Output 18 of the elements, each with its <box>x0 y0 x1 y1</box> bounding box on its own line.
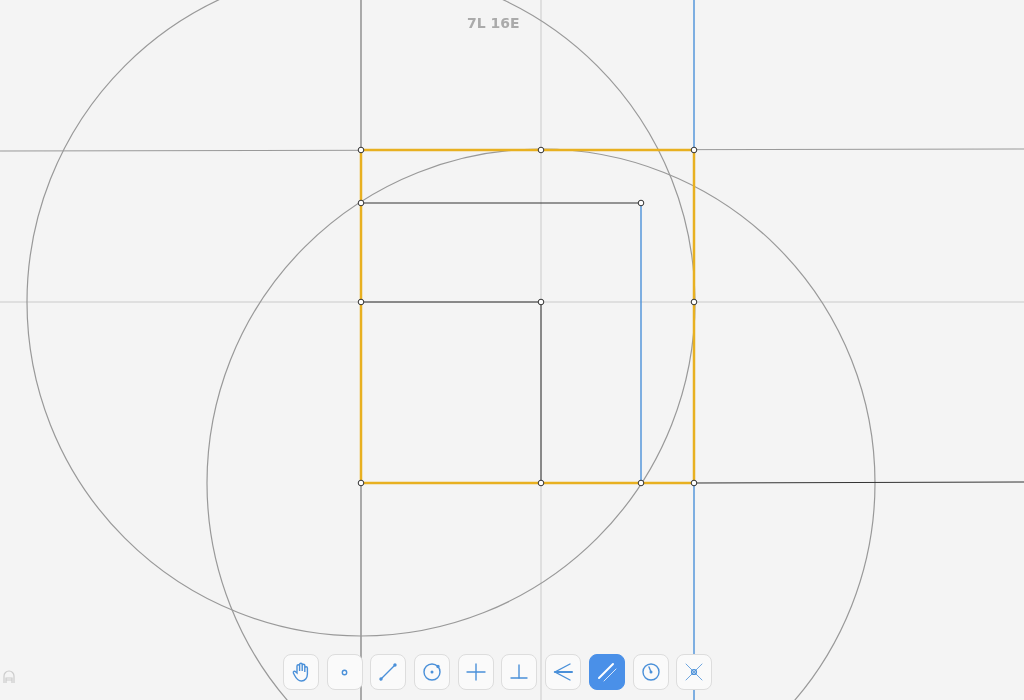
tool-button[interactable] <box>588 654 625 690</box>
point-marker <box>357 479 365 487</box>
point-marker <box>357 146 365 154</box>
bisector-icon <box>463 660 488 684</box>
point-marker <box>690 479 698 487</box>
point-marker <box>637 479 645 487</box>
point-marker <box>537 146 545 154</box>
point-marker <box>690 146 698 154</box>
point-marker <box>537 298 545 306</box>
point-marker <box>690 298 698 306</box>
badge-icon <box>2 670 16 684</box>
point-marker <box>357 298 365 306</box>
score-text: 7L 16E <box>467 15 520 31</box>
point-marker <box>537 479 545 487</box>
point-icon <box>341 668 349 676</box>
angle-bisector-icon <box>551 660 576 684</box>
point-marker <box>637 199 645 207</box>
point-marker <box>357 199 365 207</box>
